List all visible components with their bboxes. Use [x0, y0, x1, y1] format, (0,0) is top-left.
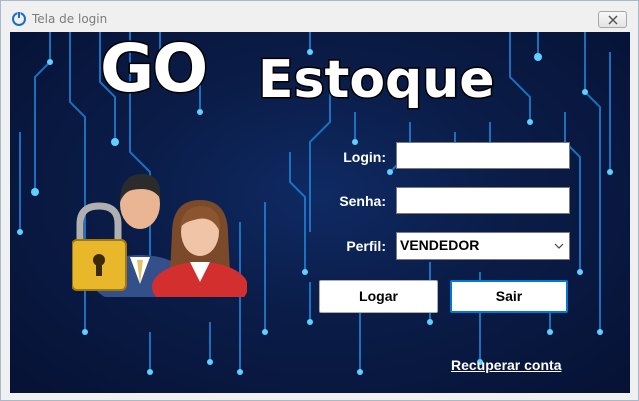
- users-lock-icon: [72, 174, 247, 297]
- login-window: Tela de login GO Estoque Login: Senha: P…: [0, 0, 639, 401]
- title-bar[interactable]: Tela de login: [1, 1, 638, 32]
- senha-label: Senha:: [339, 193, 386, 209]
- logo-go-text: GO: [98, 32, 209, 107]
- login-label: Login:: [343, 149, 386, 165]
- sair-button[interactable]: Sair: [450, 280, 568, 313]
- logo-estoque-text: Estoque: [257, 50, 497, 110]
- close-icon: [608, 15, 618, 25]
- recover-account-link[interactable]: Recuperar conta: [451, 357, 561, 373]
- login-input[interactable]: [396, 142, 570, 169]
- perfil-select[interactable]: VENDEDOR: [396, 232, 570, 260]
- login-panel: GO Estoque Login: Senha: Perfil: VENDEDO…: [10, 32, 630, 393]
- close-button[interactable]: [598, 11, 627, 28]
- window-title: Tela de login: [32, 12, 108, 26]
- power-icon: [11, 11, 27, 27]
- logar-button[interactable]: Logar: [319, 280, 438, 313]
- perfil-label: Perfil:: [346, 238, 386, 254]
- perfil-select-value: VENDEDOR: [400, 237, 480, 253]
- chevron-down-icon: [554, 243, 564, 249]
- password-input[interactable]: [396, 187, 570, 214]
